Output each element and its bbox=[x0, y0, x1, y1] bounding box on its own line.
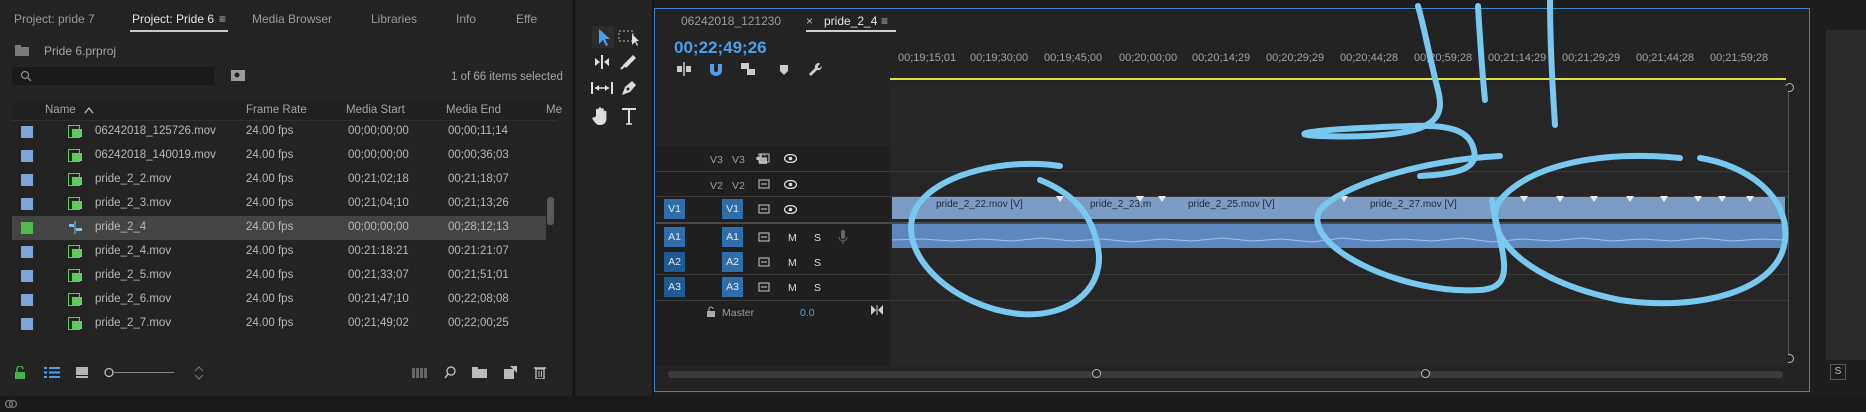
hand-drawn-annotation bbox=[908, 0, 1789, 318]
